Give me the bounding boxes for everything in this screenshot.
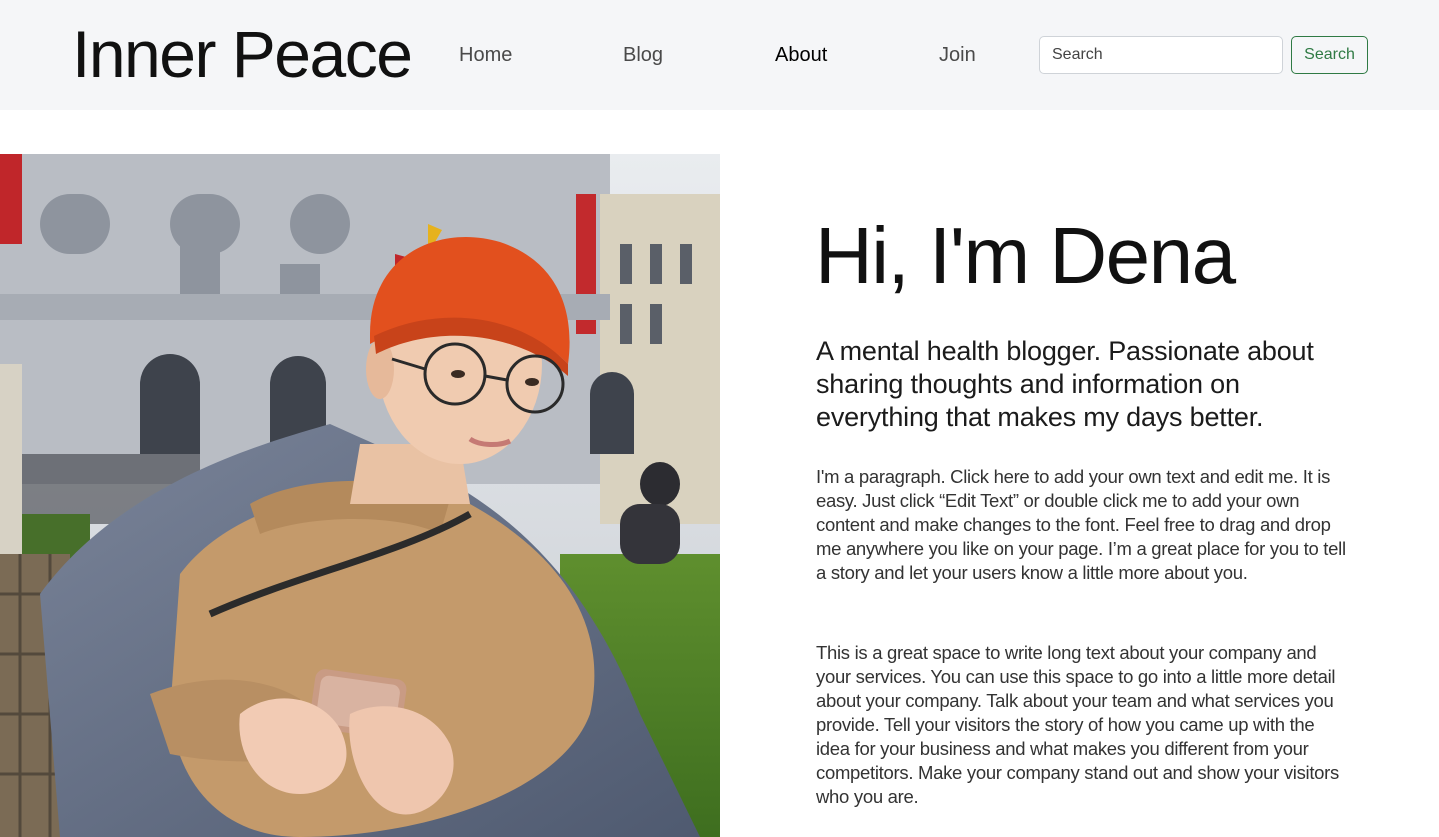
about-subtitle: A mental health blogger. Passionate abou… <box>816 336 1314 432</box>
search-input[interactable] <box>1039 36 1283 74</box>
page-title: Hi, I'm Dena <box>815 211 1236 300</box>
search-button[interactable]: Search <box>1291 36 1368 74</box>
nav-link-join[interactable]: Join <box>939 43 976 67</box>
about-paragraph-2: This is a great space to write long text… <box>816 642 1339 807</box>
profile-photo-illustration <box>0 154 720 837</box>
nav-link-about[interactable]: About <box>775 43 827 67</box>
top-navbar: Inner Peace Home Blog About Join Search <box>0 0 1439 110</box>
about-paragraph-1: I'm a paragraph. Click here to add your … <box>816 466 1346 583</box>
profile-photo <box>0 154 720 837</box>
site-logo-text[interactable]: Inner Peace <box>72 14 413 94</box>
nav-link-blog[interactable]: Blog <box>623 43 663 67</box>
nav-link-home[interactable]: Home <box>459 43 512 67</box>
